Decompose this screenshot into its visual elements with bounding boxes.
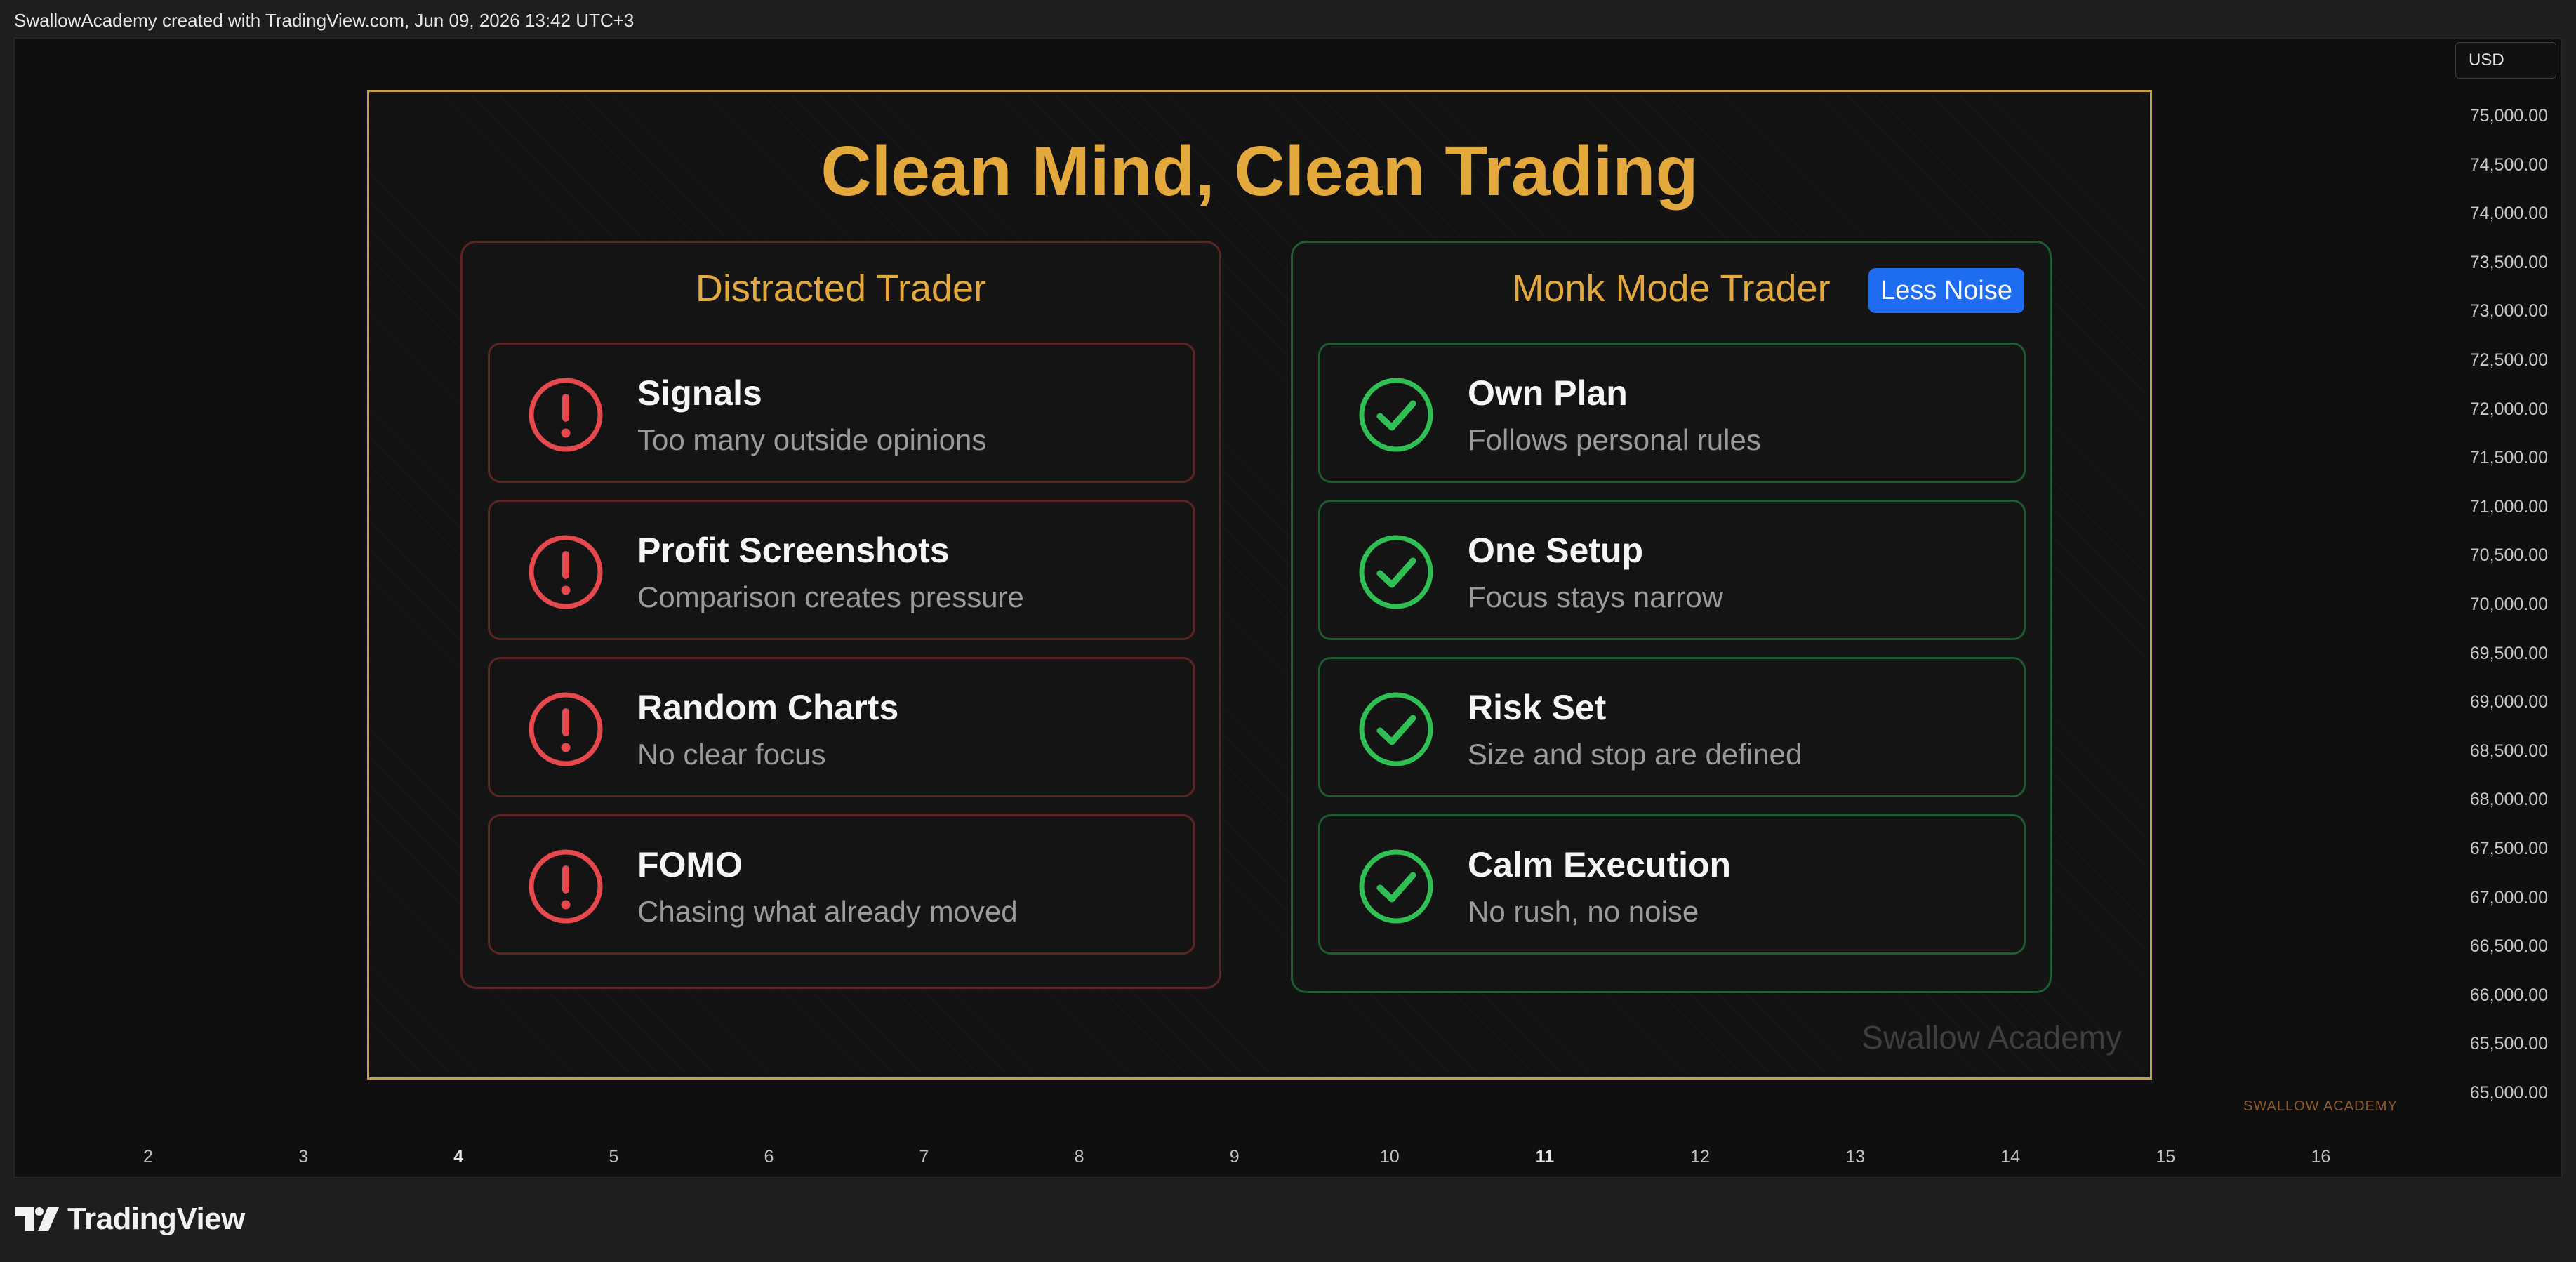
price-axis-label: 70,500.00 xyxy=(2469,545,2548,566)
distracted-trader-panel: Distracted Trader Signals Too many outsid… xyxy=(460,241,1221,989)
price-axis-label: 69,000.00 xyxy=(2469,692,2548,712)
price-axis-label: 71,500.00 xyxy=(2469,448,2548,468)
check-circle-icon xyxy=(1357,847,1435,926)
price-axis-label: 70,000.00 xyxy=(2469,595,2548,614)
check-circle-icon xyxy=(1357,533,1435,611)
time-axis-label: 11 xyxy=(1535,1147,1555,1167)
price-axis-label: 66,000.00 xyxy=(2469,985,2548,1005)
price-axis-label: 66,500.00 xyxy=(2469,936,2548,957)
time-axis-label: 5 xyxy=(609,1147,619,1167)
chart-watermark: SWALLOW ACADEMY xyxy=(2243,1098,2398,1114)
item-subtitle: No clear focus xyxy=(637,738,826,771)
price-axis-label: 71,000.00 xyxy=(2469,496,2548,517)
item-subtitle: Focus stays narrow xyxy=(1468,580,1724,613)
panel-title: Distracted Trader xyxy=(695,267,987,310)
time-axis-label: 16 xyxy=(2311,1147,2331,1167)
list-item: One Setup Focus stays narrow xyxy=(1318,500,2026,640)
price-axis-label: 68,000.00 xyxy=(2469,790,2548,810)
check-circle-icon xyxy=(1357,690,1435,769)
item-subtitle: Follows personal rules xyxy=(1468,423,1761,456)
swallow-academy-watermark: Swallow Academy xyxy=(1861,1019,2122,1056)
price-axis-label: 65,000.00 xyxy=(2469,1083,2548,1103)
chart-caption: SwallowAcademy created with TradingView.… xyxy=(14,10,635,31)
less-noise-badge: Less Noise xyxy=(1868,268,2024,313)
price-axis-label: 74,000.00 xyxy=(2469,204,2548,224)
item-title: FOMO xyxy=(637,845,743,884)
price-axis-label: 65,500.00 xyxy=(2469,1034,2548,1054)
item-title: Random Charts xyxy=(637,688,899,727)
price-axis-label: 73,000.00 xyxy=(2469,301,2548,321)
price-axis-label: 67,500.00 xyxy=(2469,839,2548,858)
tradingview-logo[interactable]: TradingView xyxy=(15,1202,245,1237)
time-axis-label: 3 xyxy=(298,1147,309,1167)
price-axis-label: 74,500.00 xyxy=(2469,154,2548,175)
list-item: Risk Set Size and stop are defined xyxy=(1318,657,2026,797)
list-item: Profit Screenshots Comparison creates pre… xyxy=(488,500,1195,640)
exclamation-circle-icon xyxy=(526,533,605,611)
item-subtitle: Size and stop are defined xyxy=(1468,738,1802,771)
check-circle-icon xyxy=(1357,376,1435,454)
item-title: Risk Set xyxy=(1468,688,1607,727)
time-axis-label: 10 xyxy=(1379,1147,1400,1167)
footer xyxy=(0,1178,2576,1262)
item-title: Profit Screenshots xyxy=(637,531,950,570)
currency-selector[interactable]: USD xyxy=(2455,42,2556,79)
time-axis-label: 12 xyxy=(1690,1147,1710,1167)
item-title: Calm Execution xyxy=(1468,845,1732,884)
time-axis-label: 15 xyxy=(2156,1147,2176,1167)
time-axis-label: 7 xyxy=(919,1147,929,1167)
infographic-title: Clean Mind, Clean Trading xyxy=(821,132,1699,211)
time-axis-label: 6 xyxy=(764,1147,774,1167)
item-subtitle: Comparison creates pressure xyxy=(637,580,1024,613)
item-subtitle: No rush, no noise xyxy=(1468,895,1699,928)
time-axis-label: 14 xyxy=(2000,1147,2021,1167)
item-title: Own Plan xyxy=(1468,373,1628,413)
price-axis-label: 73,500.00 xyxy=(2469,252,2548,272)
price-axis-label: 68,500.00 xyxy=(2469,740,2548,761)
item-title: One Setup xyxy=(1468,531,1644,570)
list-item: Calm Execution No rush, no noise xyxy=(1318,814,2026,955)
price-axis-label: 69,500.00 xyxy=(2469,643,2548,663)
price-axis-label: 72,500.00 xyxy=(2469,350,2548,370)
top-bar: SwallowAcademy created with TradingView.… xyxy=(0,0,2576,38)
time-axis-label: 9 xyxy=(1229,1147,1240,1167)
exclamation-circle-icon xyxy=(526,376,605,454)
price-axis-label: 67,000.00 xyxy=(2469,887,2548,908)
list-item: Random Charts No clear focus xyxy=(488,657,1195,797)
price-axis-label: 72,000.00 xyxy=(2469,399,2548,419)
list-item: Signals Too many outside opinions xyxy=(488,343,1195,483)
time-axis-label: 13 xyxy=(1845,1147,1865,1167)
time-axis-label: 8 xyxy=(1074,1147,1084,1167)
list-item: Own Plan Follows personal rules xyxy=(1318,343,2026,483)
list-item: FOMO Chasing what already moved xyxy=(488,814,1195,955)
exclamation-circle-icon xyxy=(526,847,605,926)
monk-mode-trader-panel: Monk Mode Trader Less Noise Own Plan Foll… xyxy=(1291,241,2052,993)
time-axis-label: 2 xyxy=(143,1147,153,1167)
tradingview-brand: TradingView xyxy=(67,1202,245,1236)
price-axis-label: 75,000.00 xyxy=(2469,106,2548,126)
exclamation-circle-icon xyxy=(526,690,605,769)
item-subtitle: Chasing what already moved xyxy=(637,895,1018,928)
tradingview-icon xyxy=(15,1207,59,1231)
infographic-frame: Clean Mind, Clean Trading Distracted Tra… xyxy=(367,90,2152,1080)
time-axis-label: 4 xyxy=(453,1147,464,1167)
item-subtitle: Too many outside opinions xyxy=(637,423,987,456)
item-title: Signals xyxy=(637,373,762,413)
